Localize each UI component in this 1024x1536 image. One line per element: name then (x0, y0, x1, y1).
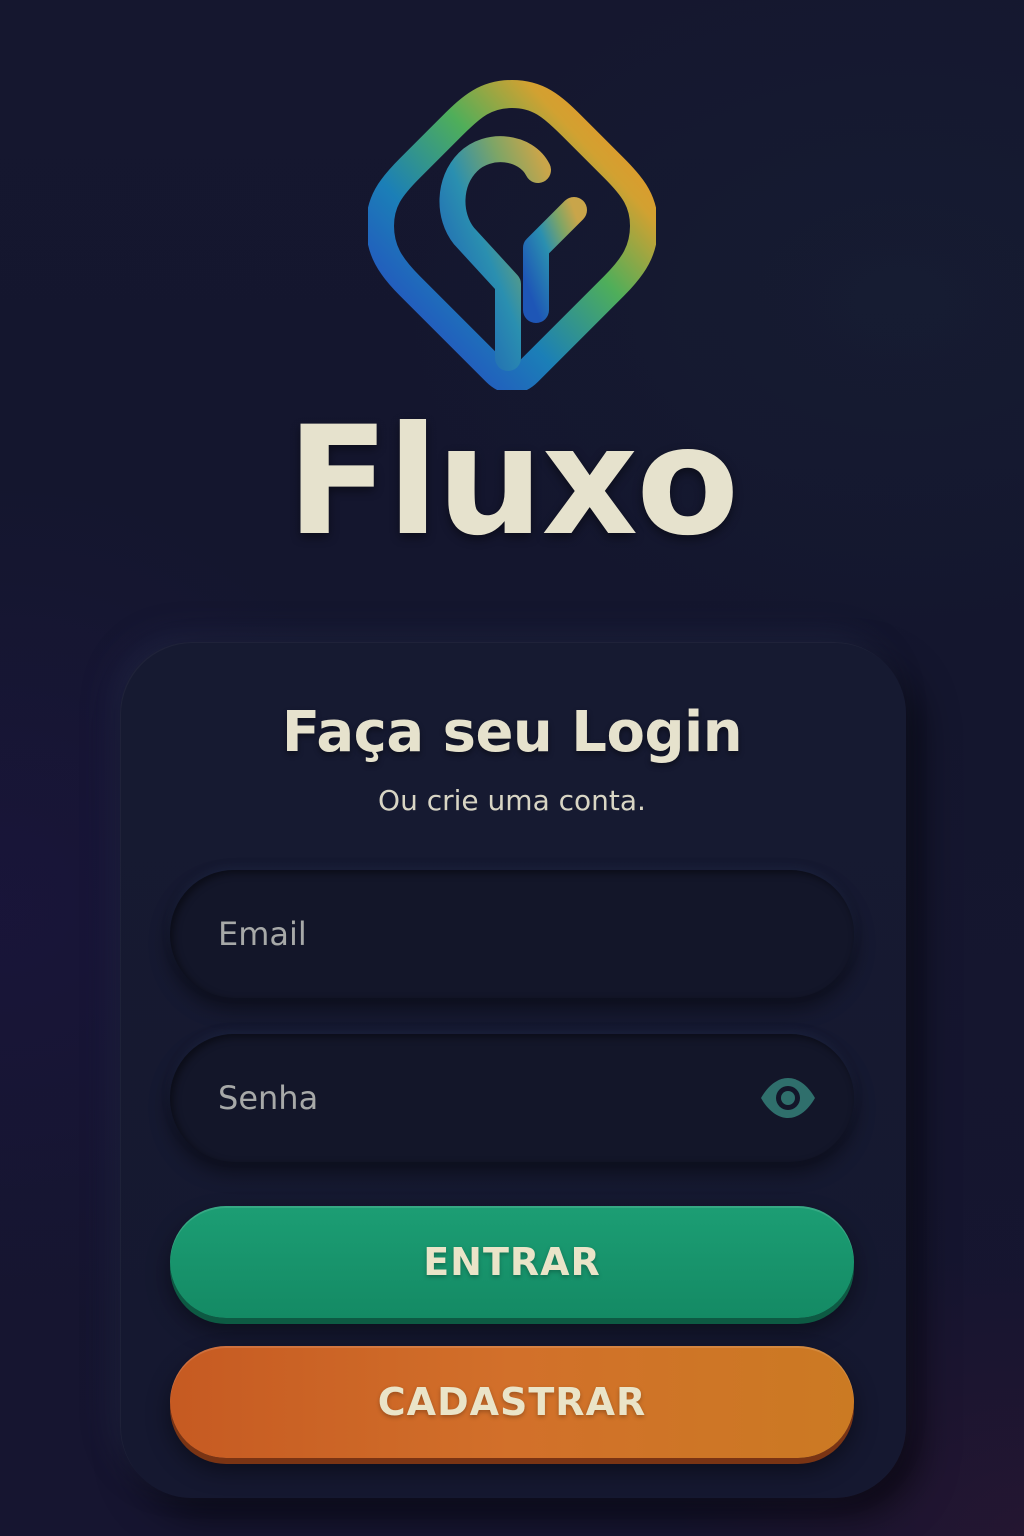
password-input[interactable] (218, 1034, 758, 1162)
login-button[interactable]: ENTRAR (170, 1206, 854, 1318)
app-name: Fluxo (286, 395, 739, 569)
password-field-container (170, 1034, 854, 1162)
fluxo-logo-icon (368, 66, 656, 390)
login-title: Faça seu Login (281, 700, 743, 765)
email-input[interactable] (218, 870, 758, 998)
email-field-container (170, 870, 854, 998)
login-subtitle: Ou crie uma conta. (378, 784, 646, 817)
signup-button[interactable]: CADASTRAR (170, 1346, 854, 1458)
show-password-toggle[interactable] (758, 1072, 818, 1124)
eye-icon (761, 1078, 815, 1118)
